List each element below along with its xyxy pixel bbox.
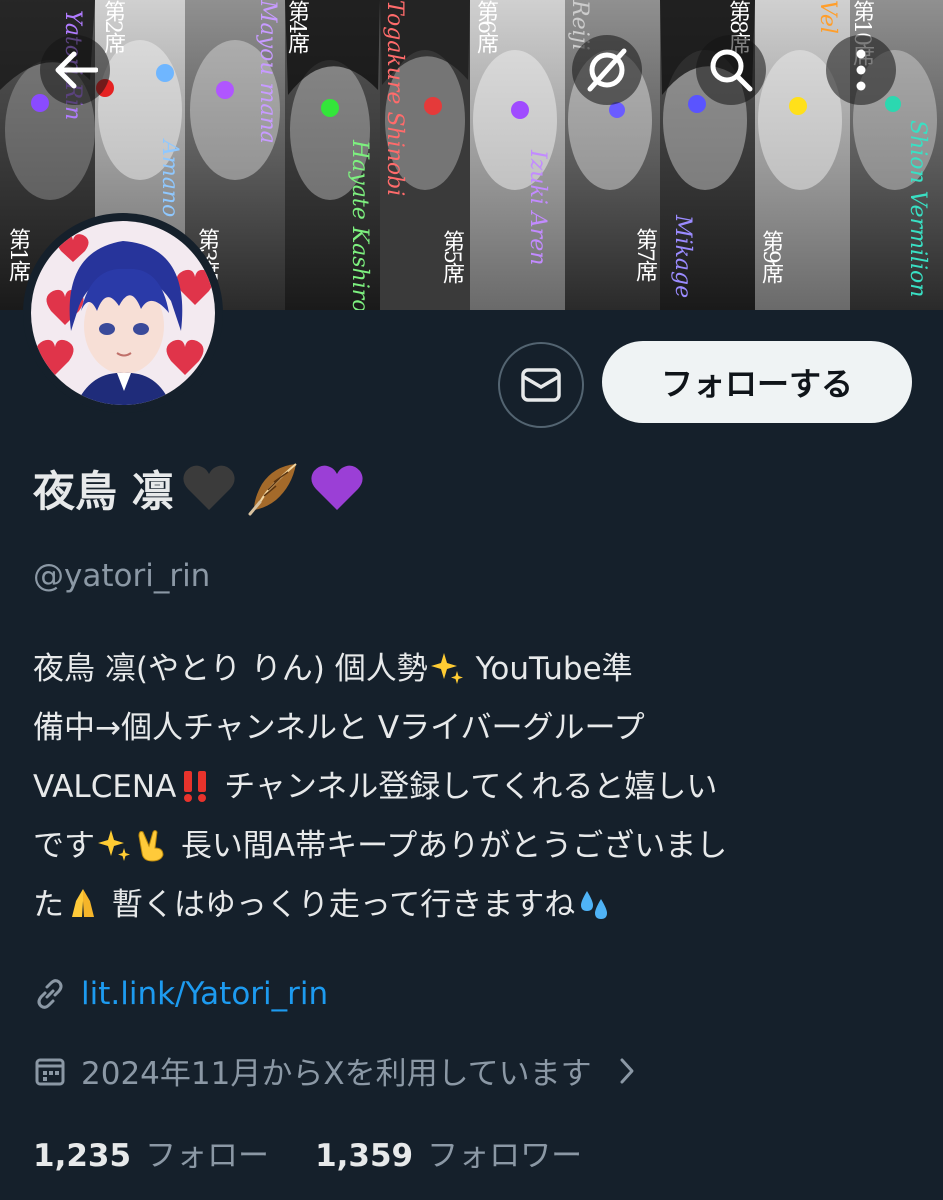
display-name: 夜鳥 凛 [33,467,174,516]
member-name: Shion Vermilion [905,120,930,298]
banner-panel: 第6席 Izuki Aren [470,0,565,310]
bio-line: です 長い間A帯キープありがとうございまし [33,817,918,876]
black-heart-emoji [183,465,235,510]
joined-date: 2024年11月からXを利用しています [81,1056,592,1092]
grok-icon [587,48,627,92]
bio-text: YouTube準 [475,651,633,687]
seat-label: 第4席 [285,0,309,52]
bio-text: 長い間A帯キープありがとうございまし [180,828,728,864]
member-name: Togakure Shinobi [382,0,407,197]
sweat-droplets-emoji [581,891,608,919]
member-name: Mikage [670,215,695,299]
following-label: フォロー [145,1138,270,1174]
double-exclamation-emoji [184,771,207,802]
link-icon [37,979,63,1009]
bio-text: VALCENA [33,769,177,805]
followers-count: 1,359 [315,1138,414,1174]
sparkles-emoji [430,653,463,684]
follow-stats: 1,235 フォロー 1,359 フォロワー [33,1130,582,1175]
seat-label: 第6席 [473,0,498,52]
seat-label: 第9席 [758,230,783,282]
grok-button[interactable] [572,35,642,105]
seat-label: 第7席 [632,228,657,280]
followers-stat[interactable]: 1,359 フォロワー [315,1130,582,1175]
seat-label: 第1席 [5,228,30,280]
profile-avatar[interactable] [23,213,223,413]
bio-text: 暫くはゆっくり走って行きますね [111,887,576,923]
joined-date-row[interactable]: 2024年11月からXを利用しています [33,1048,636,1093]
follow-button[interactable]: フォローする [602,341,912,423]
following-count: 1,235 [33,1138,132,1174]
purple-heart-emoji [311,465,363,510]
banner-panel: Togakure Shinobi 第5席 [380,0,470,310]
profile-link[interactable]: lit.link/Yatori_rin [81,976,328,1012]
member-name: Amano [157,140,182,218]
seat-label: 第2席 [100,0,125,52]
bio-text: チャンネル登録してくれると嬉しい [224,769,718,805]
bio-line: 夜鳥 凛(やとり りん) 個人勢 YouTube準 [33,640,918,699]
member-name: Mayou mana [255,0,280,144]
feather-emoji [248,462,297,515]
chevron-right-icon [620,1058,634,1083]
envelope-icon [521,368,561,402]
more-button[interactable] [826,35,896,105]
avatar-image [31,221,215,405]
followers-label: フォロワー [427,1138,583,1174]
profile-bio: 夜鳥 凛(やとり りん) 個人勢 YouTube準 備中→個人チャンネルと Vラ… [33,640,918,935]
victory-hand-emoji [138,830,164,862]
bio-text: た [33,887,64,923]
back-button[interactable] [40,35,110,105]
banner-panel: 第4席 Hayate Kashiro [285,0,380,310]
folded-hands-emoji [72,889,94,917]
bio-line: 備中→個人チャンネルと Vライバーグループ [33,710,645,746]
calendar-icon [35,1058,65,1085]
seat-label: 第5席 [439,230,464,282]
display-name-row: 夜鳥 凛 [33,458,366,519]
search-icon [710,49,753,92]
bio-line: VALCENA チャンネル登録してくれると嬉しい [33,758,918,817]
member-name: Vel [815,0,840,34]
following-stat[interactable]: 1,235 フォロー [33,1130,269,1175]
message-button[interactable] [498,342,584,428]
username-handle: @yatori_rin [33,558,211,594]
member-name: Izuki Aren [525,150,550,266]
search-button[interactable] [696,35,766,105]
bio-text: 夜鳥 凛(やとり りん) 個人勢 [33,651,428,687]
bio-text: です [33,828,95,864]
more-vertical-icon [856,49,866,91]
profile-link-row[interactable]: lit.link/Yatori_rin [33,976,328,1012]
bio-line: た 暫くはゆっくり走って行きますね [33,876,918,935]
member-name: Hayate Kashiro [347,140,372,310]
arrow-left-icon [55,51,98,89]
sparkles-emoji [98,830,130,861]
